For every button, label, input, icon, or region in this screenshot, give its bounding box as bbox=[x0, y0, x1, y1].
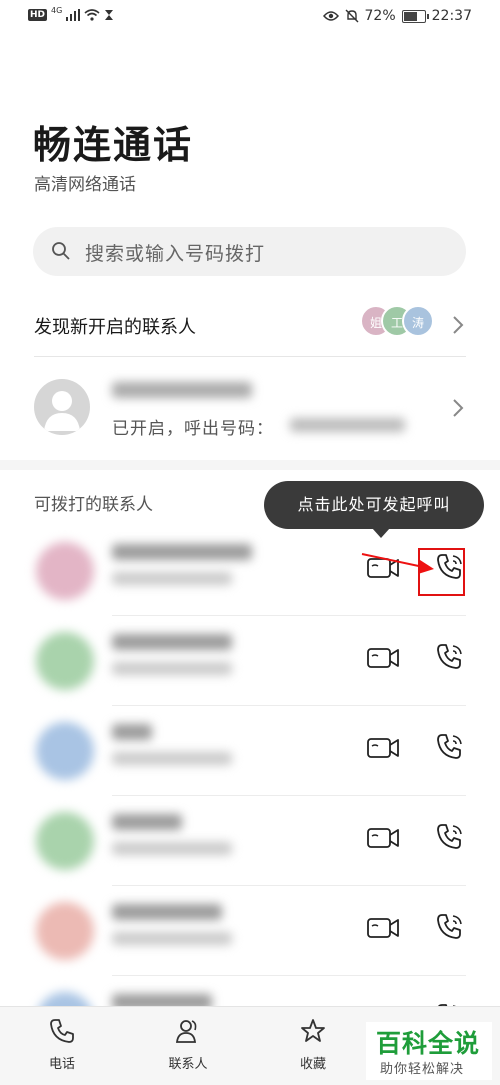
nav-label-favorites: 收藏 bbox=[299, 1057, 326, 1072]
contact-name-blurred bbox=[112, 544, 252, 560]
video-call-icon[interactable] bbox=[366, 736, 400, 760]
page-subtitle: 高清网络通话 bbox=[34, 175, 136, 195]
phone-icon bbox=[50, 1019, 74, 1043]
voice-call-icon[interactable] bbox=[434, 821, 466, 853]
contact-row[interactable] bbox=[0, 618, 500, 706]
avatar bbox=[36, 812, 94, 870]
voice-call-icon[interactable] bbox=[434, 911, 466, 943]
star-icon bbox=[301, 1019, 325, 1042]
nav-label-phone: 电话 bbox=[48, 1057, 75, 1072]
avatar bbox=[34, 379, 90, 435]
nav-tab-favorites[interactable]: 收藏 bbox=[273, 1017, 353, 1072]
page-title: 畅连通话 bbox=[33, 123, 194, 167]
contact-number-blurred bbox=[112, 572, 232, 585]
chevron-right-icon bbox=[453, 316, 464, 334]
voice-call-icon[interactable] bbox=[434, 731, 466, 763]
voice-call-icon[interactable] bbox=[434, 641, 466, 673]
wifi-icon bbox=[84, 9, 100, 21]
clock: 22:37 bbox=[431, 8, 472, 24]
divider bbox=[112, 705, 466, 706]
outgoing-number-blurred bbox=[290, 418, 405, 432]
contact-number-blurred bbox=[112, 752, 232, 765]
contact-number-blurred bbox=[112, 662, 232, 675]
hd-badge: HD bbox=[28, 9, 48, 21]
status-bar-right: 72% 22:37 bbox=[322, 8, 472, 24]
contact-name-blurred bbox=[112, 904, 222, 920]
divider bbox=[112, 795, 466, 796]
watermark-subtitle: 助你轻松解决 bbox=[380, 1062, 465, 1077]
avatar bbox=[36, 632, 94, 690]
search-input[interactable]: 搜索或输入号码拨打 bbox=[33, 227, 466, 276]
contact-number-blurred bbox=[112, 932, 232, 945]
battery-percent: 72% bbox=[364, 8, 396, 24]
person-icon bbox=[175, 1020, 197, 1043]
video-call-icon[interactable] bbox=[366, 916, 400, 940]
video-call-icon[interactable] bbox=[366, 646, 400, 670]
avatar bbox=[36, 902, 94, 960]
divider bbox=[34, 356, 466, 357]
status-bar-left: HD 4G bbox=[28, 5, 114, 21]
contact-name-blurred bbox=[112, 814, 182, 830]
call-button-highlight bbox=[418, 548, 465, 596]
watermark: 百科全说 助你轻松解决 bbox=[366, 1022, 492, 1080]
hourglass-icon bbox=[105, 10, 114, 20]
search-icon bbox=[52, 242, 70, 260]
nav-tab-phone[interactable]: 电话 bbox=[22, 1017, 102, 1072]
divider bbox=[112, 975, 466, 976]
video-call-icon[interactable] bbox=[366, 826, 400, 850]
avatar bbox=[36, 542, 94, 600]
discover-label: 发现新开启的联系人 bbox=[34, 317, 196, 338]
nav-tab-contacts[interactable]: 联系人 bbox=[148, 1017, 228, 1072]
contact-row[interactable] bbox=[0, 798, 500, 886]
chevron-right-icon bbox=[453, 399, 464, 417]
contact-name-blurred bbox=[112, 634, 232, 650]
eye-icon bbox=[322, 11, 339, 21]
divider bbox=[112, 885, 466, 886]
watermark-title: 百科全说 bbox=[376, 1029, 481, 1058]
callable-section-title: 可拨打的联系人 bbox=[34, 495, 153, 515]
default-person-icon bbox=[44, 391, 80, 431]
discover-new-contacts-row[interactable]: 发现新开启的联系人 姐 工 涛 bbox=[0, 296, 500, 354]
avatar bbox=[36, 722, 94, 780]
contact-name-blurred bbox=[112, 382, 252, 398]
contact-row[interactable] bbox=[0, 708, 500, 796]
discover-avatar-stack: 姐 工 涛 bbox=[360, 305, 434, 339]
network-type: 4G bbox=[51, 5, 63, 15]
status-bar: HD 4G 72% 22:37 bbox=[0, 0, 500, 34]
contact-name-blurred bbox=[112, 724, 152, 740]
avatar: 涛 bbox=[402, 305, 434, 337]
enabled-contact-row[interactable]: 已开启，呼出号码： bbox=[0, 358, 500, 458]
section-divider bbox=[0, 460, 500, 470]
battery-icon bbox=[401, 9, 429, 23]
contact-row[interactable] bbox=[0, 888, 500, 976]
search-placeholder: 搜索或输入号码拨打 bbox=[85, 243, 266, 265]
divider bbox=[112, 615, 466, 616]
enabled-status-text: 已开启，呼出号码： bbox=[112, 419, 274, 439]
signal-icon bbox=[66, 9, 81, 21]
contact-number-blurred bbox=[112, 842, 232, 855]
mute-bell-icon bbox=[345, 9, 359, 23]
nav-label-contacts: 联系人 bbox=[168, 1057, 208, 1072]
call-tooltip: 点击此处可发起呼叫 bbox=[264, 481, 484, 538]
